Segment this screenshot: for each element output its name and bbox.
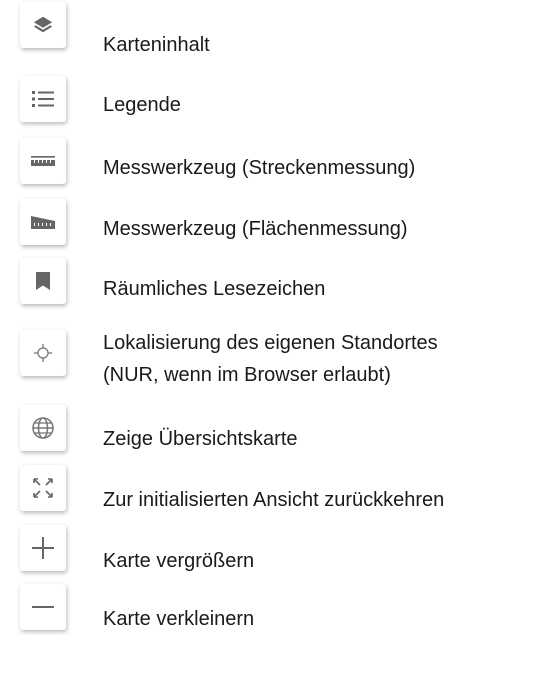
- locate-button[interactable]: [20, 330, 66, 376]
- zoom-in-button[interactable]: [20, 525, 66, 571]
- crosshair-icon: [34, 344, 52, 362]
- legend-label-zoom-out: Karte verkleinern: [103, 608, 255, 630]
- globe-icon: [32, 417, 54, 439]
- legend-label-measure-line: Messwerkzeug (Streckenmessung): [103, 157, 416, 179]
- legend-label-legend: Legende: [103, 94, 181, 116]
- legend-label-overview: Zeige Übersichtskarte: [103, 428, 298, 450]
- ruler-line-icon: [31, 156, 55, 166]
- bookmark-icon: [36, 272, 50, 290]
- layers-button[interactable]: [20, 2, 66, 48]
- overview-button[interactable]: [20, 405, 66, 451]
- legend-label-locate: Lokalisierung des eigenen Standortes (NU…: [103, 327, 438, 391]
- legend-label-locate-line2: (NUR, wenn im Browser erlaubt): [103, 364, 391, 386]
- legend-label-layers: Karteninhalt: [103, 34, 210, 56]
- zoom-out-icon: [32, 606, 54, 608]
- reset-view-icon: [33, 478, 53, 498]
- reset-view-button[interactable]: [20, 465, 66, 511]
- bookmark-button[interactable]: [20, 258, 66, 304]
- legend-button[interactable]: [20, 76, 66, 122]
- zoom-in-icon: [32, 537, 54, 559]
- legend-label-bookmark: Räumliches Lesezeichen: [103, 278, 326, 300]
- list-icon: [32, 91, 54, 107]
- layers-icon: [33, 16, 53, 33]
- legend-label-zoom-in: Karte vergrößern: [103, 550, 255, 572]
- measure-area-button[interactable]: [20, 199, 66, 245]
- legend-label-reset-view: Zur initialisierten Ansicht zurückkehren: [103, 489, 445, 511]
- legend-label-locate-line1: Lokalisierung des eigenen Standortes: [103, 332, 438, 354]
- ruler-area-icon: [31, 216, 55, 229]
- measure-line-button[interactable]: [20, 138, 66, 184]
- legend-label-measure-area: Messwerkzeug (Flächenmessung): [103, 218, 408, 240]
- zoom-out-button[interactable]: [20, 584, 66, 630]
